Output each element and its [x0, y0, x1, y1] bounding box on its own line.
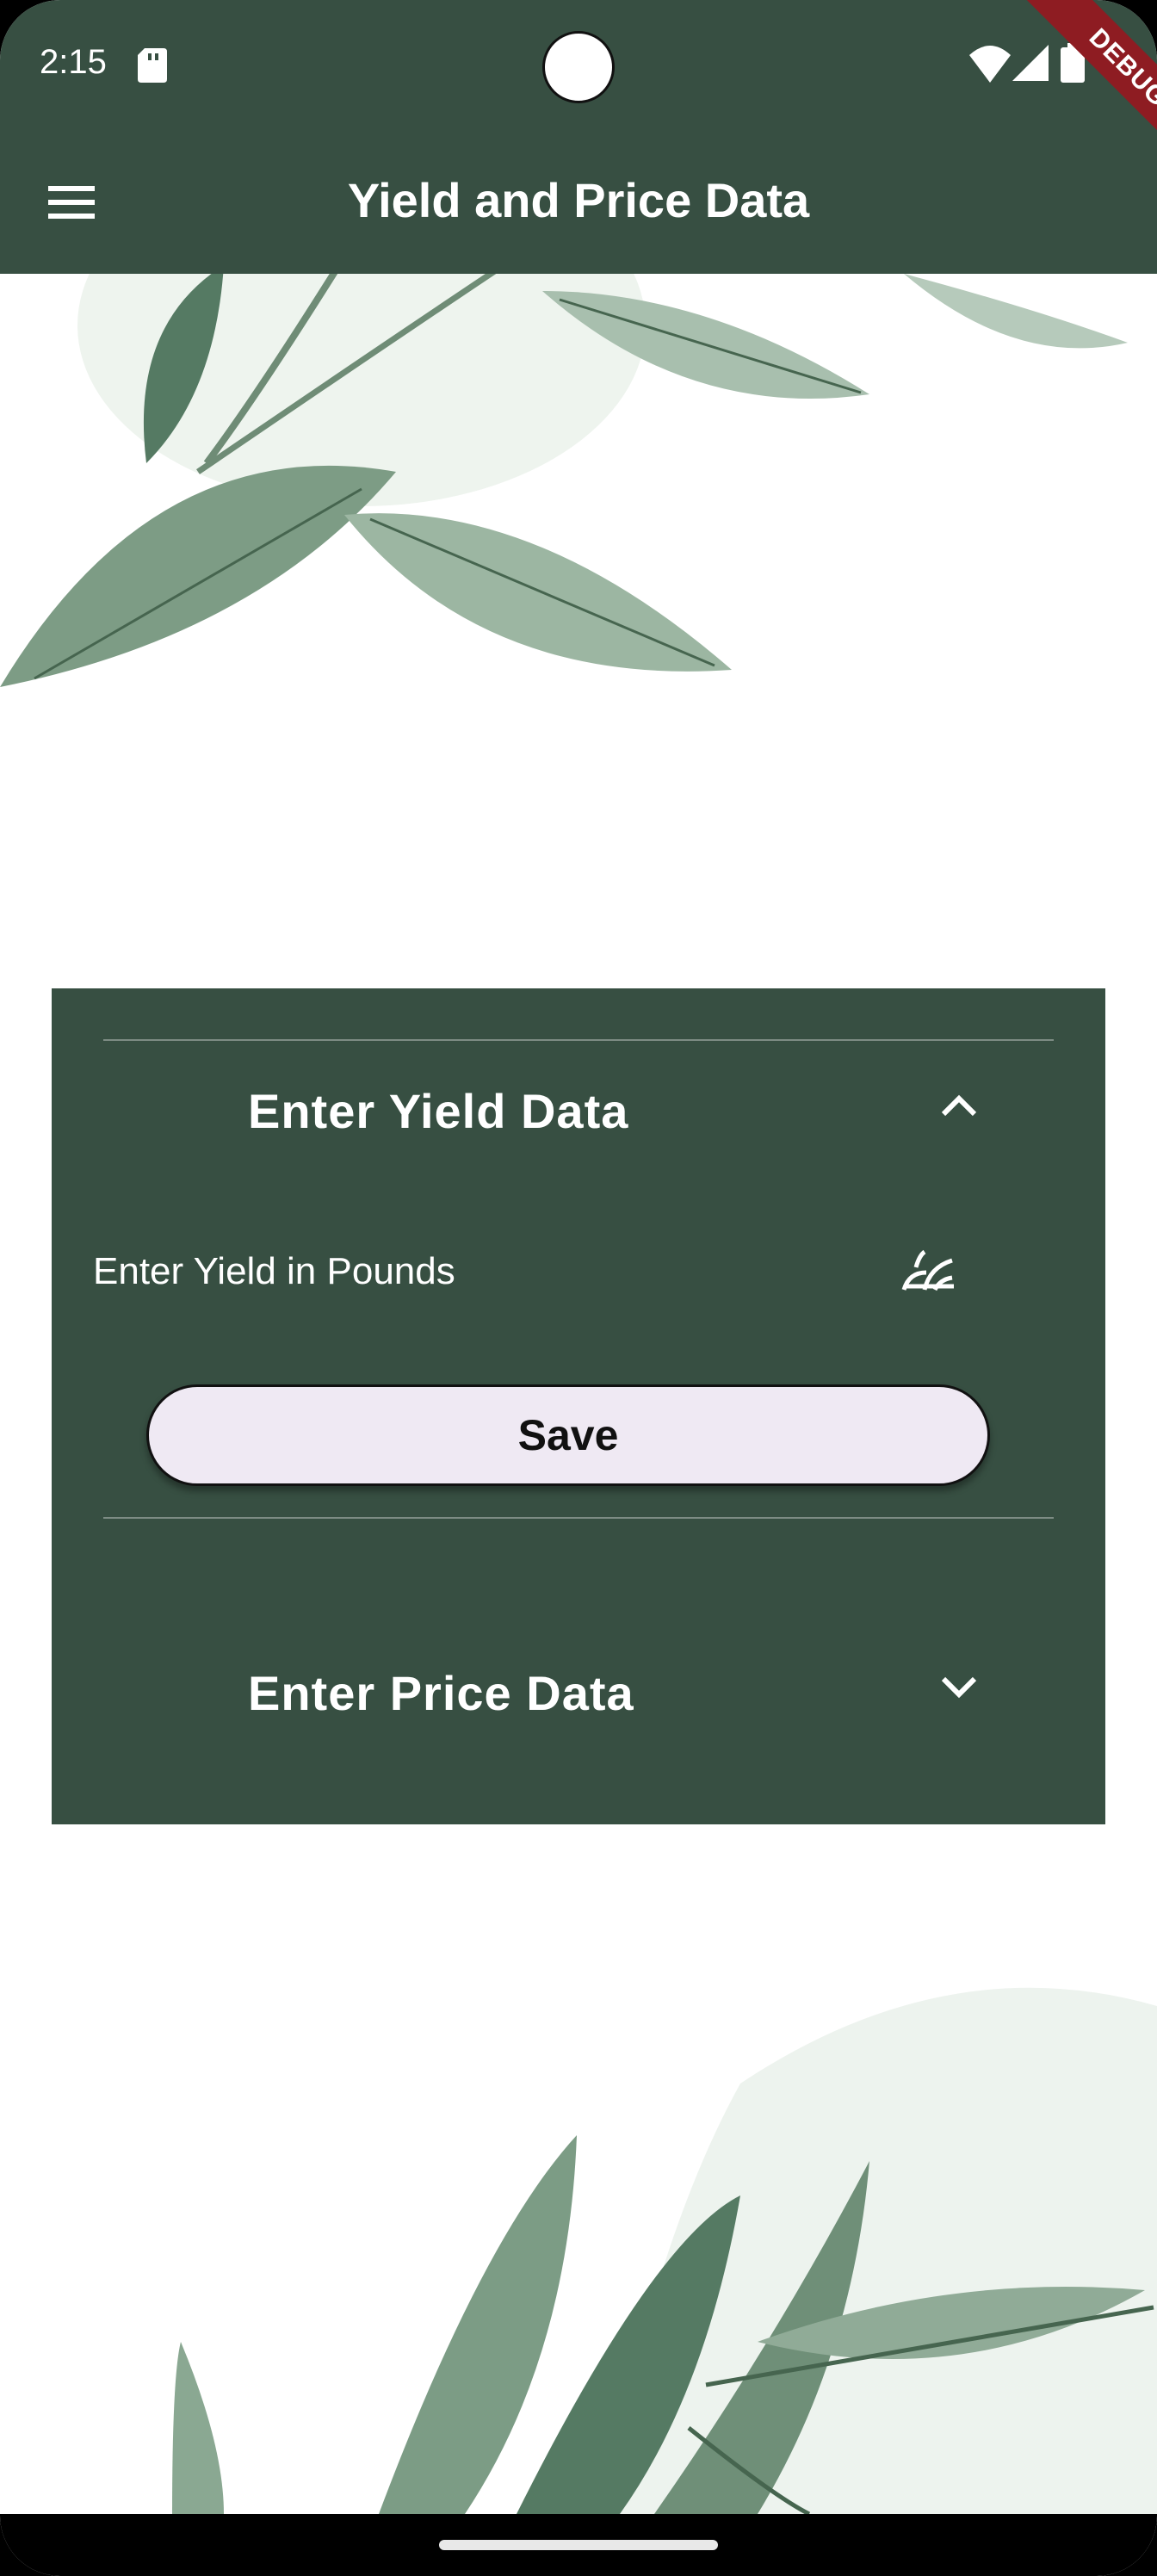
divider — [103, 1517, 1054, 1519]
signal-icon — [1012, 45, 1049, 81]
chevron-down-icon[interactable] — [940, 1675, 978, 1700]
camera-cutout — [542, 31, 615, 103]
yield-input-field[interactable]: Enter Yield in Pounds — [93, 1250, 455, 1293]
sd-card-icon — [138, 48, 167, 83]
price-panel-title: Enter Price Data — [248, 1666, 634, 1720]
leaf-illustration-bottom — [172, 1987, 1157, 2514]
price-panel-header[interactable]: Enter Price Data — [52, 1608, 1105, 1763]
yield-panel-title: Enter Yield Data — [248, 1084, 629, 1138]
chevron-up-icon[interactable] — [940, 1093, 978, 1118]
grass-icon — [901, 1249, 954, 1291]
divider — [103, 1039, 1054, 1041]
save-button[interactable]: Save — [146, 1384, 990, 1486]
leaf-illustration-top — [0, 274, 1128, 687]
status-time: 2:15 — [40, 43, 107, 81]
screen: 2:15 DEBUG Yield and Price Data Enter Yi… — [0, 0, 1157, 2576]
page-title: Yield and Price Data — [347, 173, 810, 227]
yield-panel-header[interactable]: Enter Yield Data — [52, 1049, 1105, 1178]
wifi-icon — [969, 46, 1011, 83]
home-gesture-handle[interactable] — [439, 2540, 718, 2550]
